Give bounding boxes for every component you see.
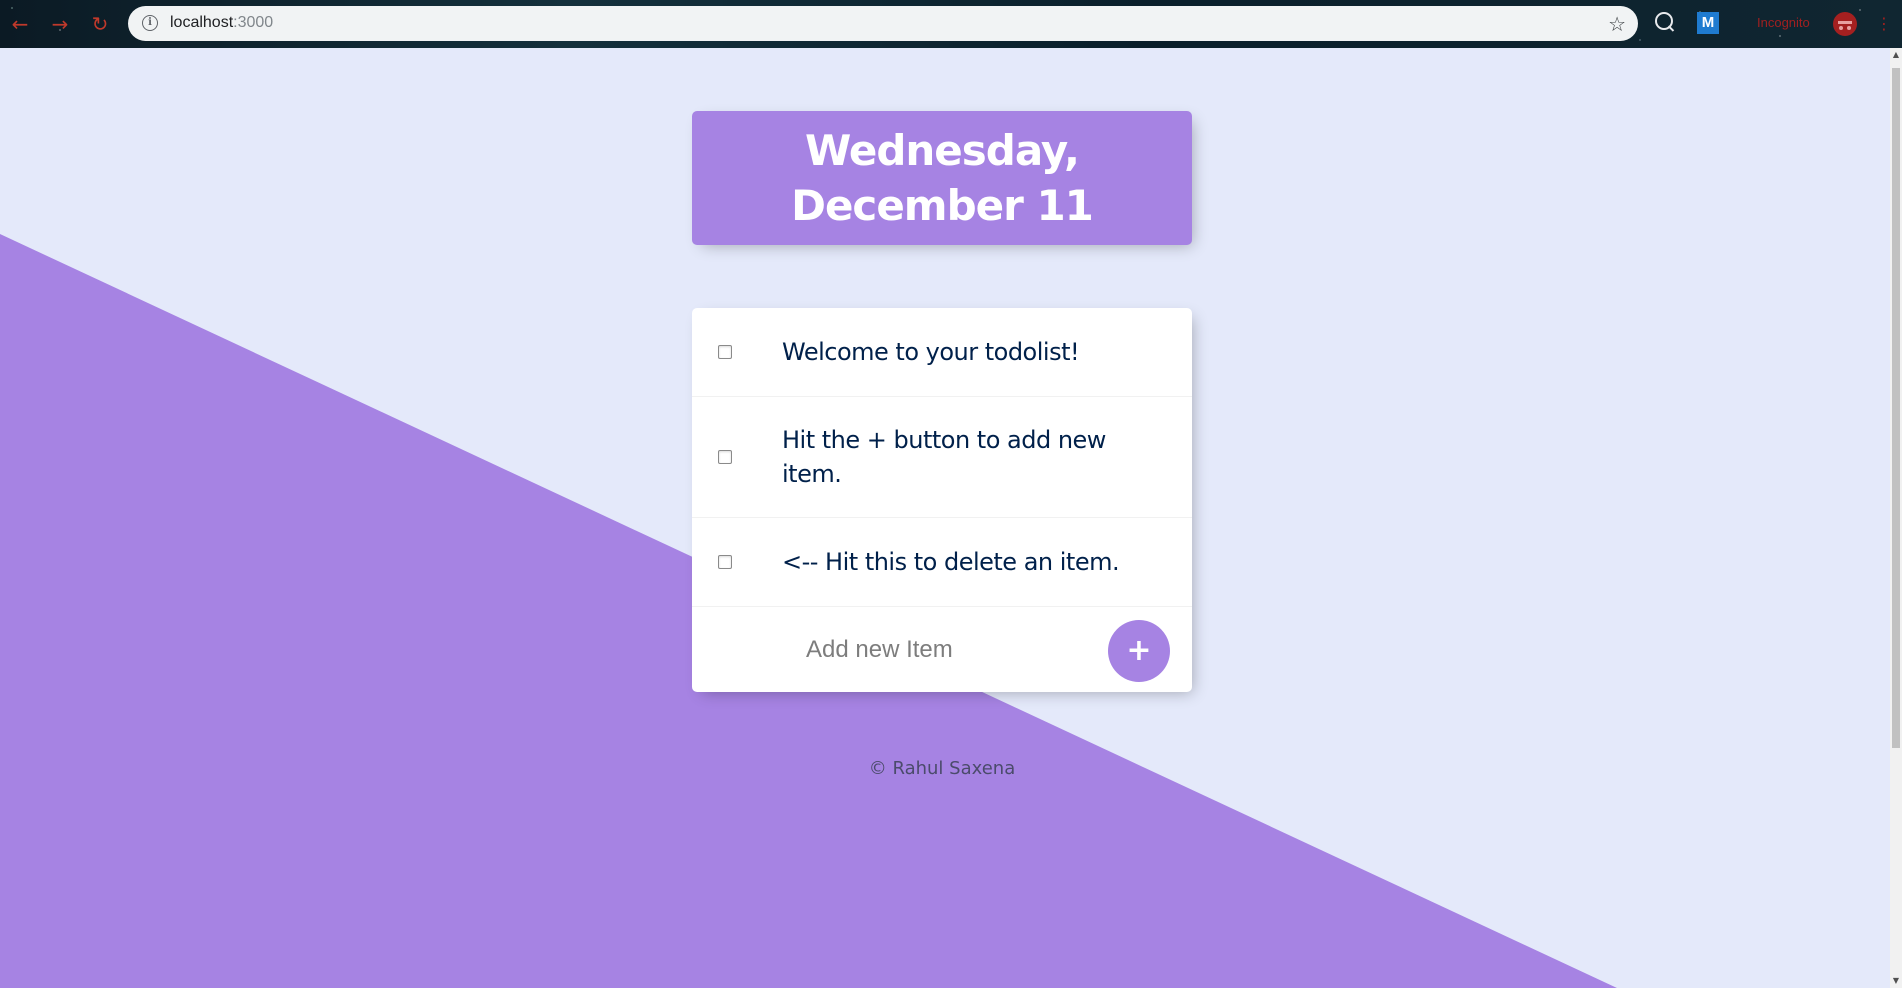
item-checkbox[interactable] bbox=[718, 450, 732, 464]
scroll-down-arrow-icon[interactable]: ▼ bbox=[1890, 974, 1902, 988]
info-icon[interactable]: i bbox=[142, 15, 158, 31]
back-arrow-icon[interactable]: ← bbox=[8, 12, 32, 36]
list-item: <-- Hit this to delete an item. bbox=[692, 518, 1192, 607]
item-checkbox[interactable] bbox=[718, 555, 732, 569]
incognito-icon[interactable] bbox=[1833, 12, 1857, 36]
reload-icon[interactable]: ↻ bbox=[88, 12, 112, 36]
scroll-up-arrow-icon[interactable]: ▲ bbox=[1890, 48, 1902, 62]
footer-text: © Rahul Saxena bbox=[868, 758, 1016, 779]
new-item-input[interactable] bbox=[804, 629, 1008, 671]
browser-toolbar: ← → ↻ i localhost:3000 ☆ M Incognito ⋮ bbox=[0, 0, 1902, 48]
add-item-form: + bbox=[692, 607, 1192, 693]
page-title: Wednesday, December 11 bbox=[791, 126, 1094, 230]
add-item-button[interactable]: + bbox=[1108, 620, 1170, 682]
menu-dots-icon[interactable]: ⋮ bbox=[1876, 14, 1892, 33]
incognito-label: Incognito bbox=[1757, 15, 1810, 30]
bookmark-star-icon[interactable]: ☆ bbox=[1608, 12, 1626, 36]
scroll-thumb[interactable] bbox=[1892, 68, 1900, 748]
list-item: Hit the + button to add new item. bbox=[692, 397, 1192, 518]
list-item: Welcome to your todolist! bbox=[692, 308, 1192, 397]
forward-arrow-icon[interactable]: → bbox=[48, 12, 72, 36]
item-text: Hit the + button to add new item. bbox=[782, 426, 1106, 488]
vertical-scrollbar[interactable]: ▲ ▼ bbox=[1890, 48, 1902, 988]
item-text: <-- Hit this to delete an item. bbox=[782, 548, 1120, 576]
todo-list: Welcome to your todolist! Hit the + butt… bbox=[692, 308, 1192, 692]
url-text[interactable]: localhost:3000 bbox=[170, 14, 273, 32]
item-text: Welcome to your todolist! bbox=[782, 338, 1080, 366]
search-extension-icon[interactable] bbox=[1655, 12, 1673, 30]
extension-m-icon[interactable]: M bbox=[1697, 12, 1719, 34]
page-body: Wednesday, December 11 Welcome to your t… bbox=[0, 48, 1902, 988]
date-heading-box: Wednesday, December 11 bbox=[692, 111, 1192, 245]
address-bar[interactable]: i localhost:3000 ☆ bbox=[128, 6, 1638, 41]
item-checkbox[interactable] bbox=[718, 345, 732, 359]
